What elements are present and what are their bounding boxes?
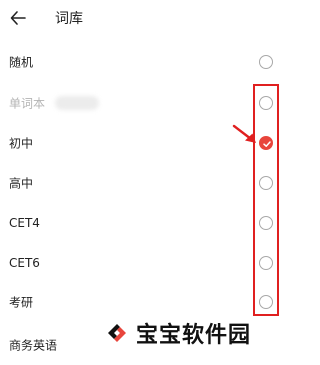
radio-button-checked[interactable] — [259, 136, 273, 150]
radio-button[interactable] — [259, 295, 273, 309]
option-label: 商务英语 — [9, 338, 58, 353]
checkmark-icon — [263, 141, 271, 147]
option-label: 单词本 — [9, 96, 46, 111]
back-arrow-icon[interactable] — [9, 9, 27, 27]
radio-button[interactable] — [259, 256, 273, 270]
option-label: 随机 — [9, 55, 34, 70]
top-bar: 词库 — [0, 0, 290, 38]
option-row-junior-high[interactable]: 初中 — [0, 123, 290, 163]
radio-button[interactable] — [259, 176, 273, 190]
blurred-count — [55, 96, 99, 110]
option-label: 考研 — [9, 295, 34, 310]
option-row-business-english[interactable]: 商务英语 — [0, 325, 290, 365]
page-title: 词库 — [55, 11, 83, 27]
radio-button[interactable] — [259, 55, 273, 69]
option-row-postgraduate[interactable]: 考研 — [0, 282, 290, 322]
option-row-cet4[interactable]: CET4 — [0, 203, 290, 243]
option-row-cet6[interactable]: CET6 — [0, 243, 290, 283]
radio-button[interactable] — [259, 216, 273, 230]
option-row-wordbook[interactable]: 单词本 — [0, 83, 290, 123]
radio-button[interactable] — [259, 96, 273, 110]
option-row-senior-high[interactable]: 高中 — [0, 163, 290, 203]
option-row-random[interactable]: 随机 — [0, 42, 290, 82]
option-label: 初中 — [9, 136, 34, 151]
option-label: CET4 — [9, 216, 40, 230]
option-label: CET6 — [9, 256, 40, 270]
option-label: 高中 — [9, 176, 34, 191]
